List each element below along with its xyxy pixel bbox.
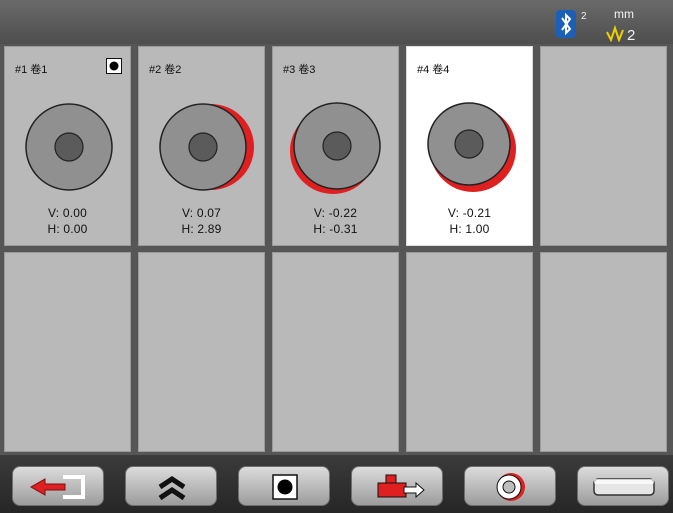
bluetooth-icon <box>556 10 576 38</box>
h-value: H: 2.89 <box>181 222 222 236</box>
measurement-cell-7[interactable] <box>138 252 265 452</box>
target-button[interactable] <box>464 466 556 506</box>
unit-label: mm <box>614 7 634 21</box>
record-indicator-icon <box>106 58 122 74</box>
cylinder-icon <box>593 478 655 496</box>
v-value: V: 0.07 <box>182 206 221 220</box>
roll-disc-icon <box>25 103 113 191</box>
roll-disc-icon <box>290 102 381 194</box>
exit-icon <box>29 475 85 499</box>
v-value: V: -0.22 <box>313 206 358 220</box>
transfer-button[interactable] <box>351 466 443 506</box>
exit-button[interactable] <box>12 466 104 506</box>
cell-label: #4 卷4 <box>417 64 450 76</box>
record-button[interactable] <box>238 466 330 506</box>
measurement-grid: #1 卷1 V: 0.00 H: 0.00 #2 卷2 V: 0.07 H: 2… <box>4 46 668 452</box>
transfer-icon <box>377 474 425 499</box>
cell-label: #2 卷2 <box>149 64 182 76</box>
measurement-cell-3[interactable]: #3 卷3 V: -0.22 H: -0.31 <box>272 46 399 246</box>
target-disc-icon <box>496 473 525 501</box>
h-value: H: -0.31 <box>313 222 358 236</box>
wave-icon: 2 <box>606 24 635 42</box>
unit-indicator: mm 2 <box>604 8 644 42</box>
bluetooth-count: 2 <box>581 11 587 22</box>
roll-disc-icon <box>427 102 516 192</box>
measurement-cell-6[interactable] <box>4 252 131 452</box>
measurement-cell-8[interactable] <box>272 252 399 452</box>
measurement-cell-1[interactable]: #1 卷1 V: 0.00 H: 0.00 <box>4 46 131 246</box>
measurement-cell-10[interactable] <box>540 252 667 452</box>
h-value: H: 0.00 <box>47 222 88 236</box>
cylinder-button[interactable] <box>577 466 669 506</box>
measurement-cell-9[interactable] <box>406 252 533 452</box>
record-square-icon <box>272 474 298 500</box>
h-value: H: 1.00 <box>449 222 490 236</box>
unit-number: 2 <box>627 27 635 42</box>
chevrons-up-icon <box>158 475 186 501</box>
cell-label: #1 卷1 <box>15 64 48 76</box>
status-bar: 2 mm 2 <box>0 0 673 44</box>
v-value: V: -0.21 <box>447 206 492 220</box>
measurement-cell-4[interactable]: #4 卷4 V: -0.21 H: 1.00 <box>406 46 533 246</box>
measurement-cell-2[interactable]: #2 卷2 V: 0.07 H: 2.89 <box>138 46 265 246</box>
roll-disc-icon <box>159 103 254 191</box>
v-value: V: 0.00 <box>48 206 87 220</box>
cell-label: #3 卷3 <box>283 64 316 76</box>
scroll-up-button[interactable] <box>125 466 217 506</box>
bottom-toolbar <box>0 455 673 513</box>
measurement-cell-5[interactable] <box>540 46 667 246</box>
